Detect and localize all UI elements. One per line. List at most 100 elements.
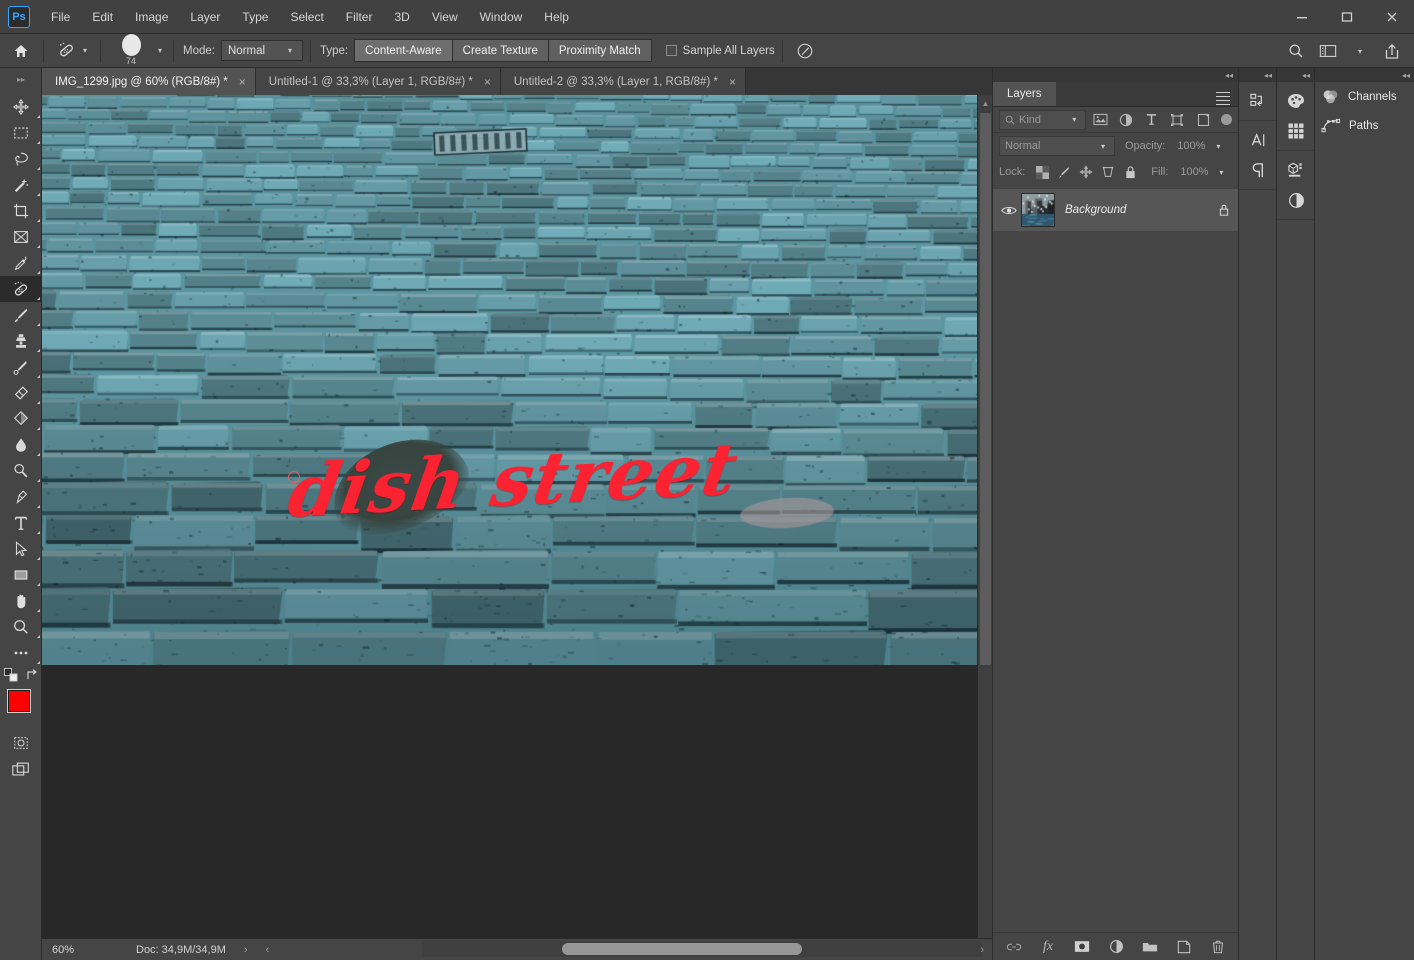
type-content-aware-button[interactable]: Content-Aware — [354, 39, 452, 62]
menu-edit[interactable]: Edit — [81, 0, 124, 34]
canvas-horizontal-scrollbar[interactable] — [422, 941, 982, 957]
layer-style-fx-icon[interactable]: fx — [1038, 937, 1058, 957]
layer-row-background[interactable]: Background — [993, 189, 1238, 231]
rectangular-marquee-tool[interactable] — [0, 120, 42, 146]
document-tab-2[interactable]: Untitled-2 @ 33,3% (Layer 1, RGB/8#) * × — [501, 68, 746, 95]
menu-layer[interactable]: Layer — [179, 0, 231, 34]
sample-all-layers-row[interactable]: Sample All Layers — [666, 45, 775, 57]
sample-all-layers-checkbox[interactable] — [666, 45, 677, 56]
character-icon[interactable] — [1239, 125, 1277, 155]
lock-artboard-icon[interactable] — [1097, 162, 1119, 182]
swatches-icon[interactable] — [1277, 116, 1315, 146]
menu-filter[interactable]: Filter — [335, 0, 384, 34]
layers-dock-collapse-icon[interactable]: ◂◂ — [993, 68, 1239, 82]
horizontal-scroll-thumb[interactable] — [562, 943, 802, 955]
chevron-down-icon[interactable]: ▾ — [1344, 38, 1376, 64]
new-adjustment-layer-icon[interactable] — [1106, 937, 1126, 957]
type-layer-filter-icon[interactable] — [1140, 109, 1164, 131]
blur-tool[interactable] — [0, 432, 42, 458]
panel-item-channels[interactable]: Channels — [1315, 82, 1414, 111]
hand-tool[interactable] — [0, 588, 42, 614]
document-image[interactable]: dish street — [42, 95, 977, 665]
clone-stamp-tool[interactable] — [0, 328, 42, 354]
screen-mode-icon[interactable] — [0, 756, 42, 782]
adjustment-layer-filter-icon[interactable] — [1114, 109, 1138, 131]
mode-select[interactable]: Normal ▾ — [221, 40, 303, 61]
zoom-tool[interactable] — [0, 614, 42, 640]
chevron-down-icon[interactable]: ▾ — [79, 46, 91, 55]
panel-menu-icon[interactable] — [1216, 89, 1230, 108]
dodge-tool[interactable] — [0, 458, 42, 484]
document-tab-0[interactable]: IMG_1299.jpg @ 60% (RGB/8#) * × — [42, 68, 256, 95]
fill-value[interactable]: 100% — [1173, 163, 1215, 181]
path-selection-tool[interactable] — [0, 536, 42, 562]
close-icon[interactable]: × — [239, 75, 246, 89]
menu-help[interactable]: Help — [533, 0, 580, 34]
menu-file[interactable]: File — [40, 0, 81, 34]
lasso-tool[interactable] — [0, 146, 42, 172]
vertical-scroll-thumb[interactable] — [980, 113, 991, 665]
gradient-tool[interactable] — [0, 406, 42, 432]
delete-layer-icon[interactable] — [1208, 937, 1228, 957]
menu-select[interactable]: Select — [279, 0, 334, 34]
pressure-size-icon[interactable] — [790, 38, 820, 64]
lock-position-icon[interactable] — [1075, 162, 1097, 182]
opacity-value[interactable]: 100% — [1170, 137, 1212, 155]
magic-wand-tool[interactable] — [0, 172, 42, 198]
lock-transparent-pixels-icon[interactable] — [1031, 162, 1053, 182]
layer-visibility-eye-icon[interactable] — [997, 189, 1021, 231]
swap-colors-icon[interactable] — [25, 668, 39, 682]
history-brush-tool[interactable] — [0, 354, 42, 380]
type-tool[interactable] — [0, 510, 42, 536]
dock-a-collapse-icon[interactable]: ◂◂ — [1239, 68, 1276, 82]
spot-healing-brush-tool[interactable] — [0, 276, 42, 302]
menu-type[interactable]: Type — [231, 0, 279, 34]
search-icon[interactable] — [1280, 38, 1312, 64]
tab-layers[interactable]: Layers — [993, 82, 1056, 106]
tool-preset-picker[interactable]: ▾ — [51, 38, 93, 64]
document-tab-1[interactable]: Untitled-1 @ 33,3% (Layer 1, RGB/8#) * × — [256, 68, 501, 95]
home-icon[interactable] — [6, 38, 36, 64]
menu-image[interactable]: Image — [124, 0, 179, 34]
crop-tool[interactable] — [0, 198, 42, 224]
fill-chevron-down-icon[interactable]: ▾ — [1215, 168, 1227, 177]
menu-3d[interactable]: 3D — [383, 0, 420, 34]
close-icon[interactable]: × — [484, 75, 491, 89]
pen-tool[interactable] — [0, 484, 42, 510]
workspace-icon[interactable] — [1312, 38, 1344, 64]
close-button[interactable] — [1369, 0, 1414, 34]
scroll-up-icon[interactable]: ▲ — [978, 95, 992, 111]
more-tools-button[interactable] — [0, 640, 42, 666]
brush-size-picker[interactable]: 74 — [108, 35, 154, 67]
menu-view[interactable]: View — [421, 0, 469, 34]
lock-all-icon[interactable] — [1119, 162, 1141, 182]
frame-tool[interactable] — [0, 224, 42, 250]
minimize-button[interactable] — [1279, 0, 1324, 34]
pixel-layer-filter-icon[interactable] — [1088, 109, 1112, 131]
menu-window[interactable]: Window — [469, 0, 534, 34]
history-icon[interactable] — [1239, 86, 1277, 116]
panel-item-paths[interactable]: Paths — [1315, 111, 1414, 140]
filter-toggle-switch[interactable] — [1221, 114, 1232, 125]
lock-image-pixels-icon[interactable] — [1053, 162, 1075, 182]
color-icon[interactable] — [1277, 86, 1315, 116]
eyedropper-tool[interactable] — [0, 250, 42, 276]
foreground-color-swatch[interactable] — [8, 690, 30, 712]
layer-name[interactable]: Background — [1065, 204, 1210, 216]
add-layer-mask-icon[interactable] — [1072, 937, 1092, 957]
new-layer-icon[interactable] — [1174, 937, 1194, 957]
layer-filter-kind-select[interactable]: Kind ▾ — [999, 110, 1086, 130]
eraser-tool[interactable] — [0, 380, 42, 406]
type-proximity-match-button[interactable]: Proximity Match — [548, 39, 652, 62]
opacity-chevron-down-icon[interactable]: ▾ — [1212, 142, 1224, 151]
zoom-level-field[interactable]: 60% — [52, 942, 100, 958]
default-colors-icon[interactable] — [4, 668, 18, 682]
type-create-texture-button[interactable]: Create Texture — [452, 39, 548, 62]
move-tool[interactable] — [0, 94, 42, 120]
brush-tool[interactable] — [0, 302, 42, 328]
share-icon[interactable] — [1376, 38, 1408, 64]
shape-layer-filter-icon[interactable] — [1166, 109, 1190, 131]
rectangle-tool[interactable] — [0, 562, 42, 588]
quick-mask-icon[interactable] — [0, 730, 42, 756]
maximize-button[interactable] — [1324, 0, 1369, 34]
